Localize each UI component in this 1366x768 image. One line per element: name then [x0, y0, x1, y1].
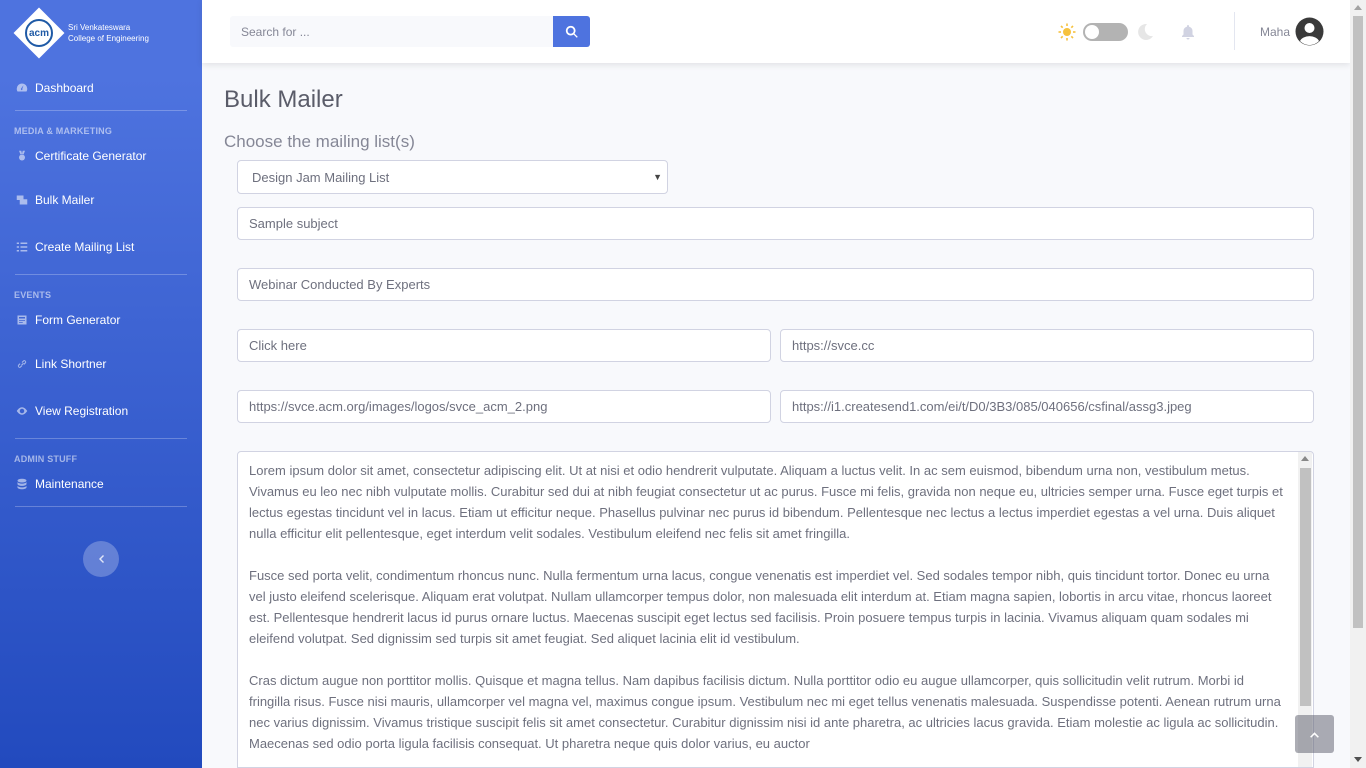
page-scroll-up-arrow[interactable] — [1354, 5, 1362, 10]
topbar: Maha — [202, 0, 1350, 63]
sidebar-item-label: Maintenance — [35, 477, 104, 491]
button-link-input[interactable] — [780, 329, 1314, 362]
mailing-list-label: Choose the mailing list(s) — [224, 132, 415, 151]
sidebar-item-label: Form Generator — [35, 313, 121, 327]
search-bar — [230, 16, 590, 47]
eye-icon — [15, 404, 29, 418]
dark-mode-toggle[interactable] — [1083, 23, 1128, 41]
brand-line-1: Sri Venkateswara — [68, 23, 131, 32]
list-icon — [15, 240, 29, 254]
sidebar-item-label: Certificate Generator — [35, 149, 147, 163]
sidebar-item-label: Create Mailing List — [35, 239, 135, 254]
sidebar-divider — [15, 438, 187, 439]
brand-text: Sri Venkateswara College of Engineering — [68, 22, 149, 44]
logo-text: acm — [25, 19, 53, 47]
image-url-input[interactable] — [780, 390, 1314, 423]
logo-url-input[interactable] — [237, 390, 771, 423]
sidebar-item-label: Bulk Mailer — [35, 192, 95, 207]
sidebar-divider — [15, 110, 187, 111]
award-icon — [15, 149, 29, 163]
database-icon — [15, 477, 29, 491]
brand-line-2: College of Engineering — [68, 34, 149, 43]
avatar[interactable] — [1295, 17, 1324, 46]
sidebar-item-maintenance[interactable]: Maintenance — [0, 464, 202, 504]
mail-bulk-icon — [15, 193, 29, 207]
search-input[interactable] — [230, 16, 553, 47]
sidebar-item-label: Dashboard — [35, 81, 94, 95]
bell-icon[interactable] — [1180, 24, 1196, 40]
sidebar-item-bulk-mailer[interactable]: Bulk Mailer — [0, 176, 202, 223]
mail-body-textarea[interactable]: Lorem ipsum dolor sit amet, consectetur … — [237, 451, 1314, 768]
sidebar-item-label: Link Shortner — [35, 356, 107, 371]
button-text-input[interactable] — [237, 329, 771, 362]
toggle-knob — [1085, 25, 1099, 39]
sidebar-item-label: View Registration — [35, 403, 129, 418]
sidebar-item-link-shortner[interactable]: Link Shortner — [0, 340, 202, 387]
form-icon — [15, 313, 29, 327]
page-title: Bulk Mailer — [224, 86, 343, 113]
sidebar-item-create-mailing-list[interactable]: Create Mailing List — [0, 223, 202, 270]
moon-icon — [1138, 23, 1153, 40]
sidebar-divider — [15, 274, 187, 275]
scroll-to-top-button[interactable] — [1295, 715, 1334, 753]
sidebar-item-dashboard[interactable]: Dashboard — [0, 66, 202, 110]
chevron-left-icon — [99, 555, 104, 563]
sidebar-item-certificate-generator[interactable]: Certificate Generator — [0, 136, 202, 176]
mailing-list-selected: Design Jam Mailing List — [252, 169, 390, 185]
search-button[interactable] — [553, 16, 590, 47]
acm-logo: acm — [13, 7, 65, 59]
page-scrollbar-thumb[interactable] — [1353, 16, 1363, 628]
sidebar-item-view-registration[interactable]: View Registration — [0, 387, 202, 434]
sidebar-heading-media: MEDIA & MARKETING — [14, 126, 113, 136]
sidebar-item-form-generator[interactable]: Form Generator — [0, 300, 202, 340]
page-scroll-down-arrow[interactable] — [1354, 757, 1362, 762]
chevron-up-icon — [1310, 731, 1319, 738]
link-icon — [15, 357, 29, 371]
sidebar-heading-events: EVENTS — [14, 290, 52, 300]
sidebar: acm Sri Venkateswara College of Engineer… — [0, 0, 202, 768]
sidebar-divider — [15, 506, 187, 507]
sun-icon — [1058, 23, 1076, 41]
search-icon — [565, 25, 578, 38]
scrollbar-thumb[interactable] — [1300, 468, 1311, 706]
topbar-divider — [1234, 12, 1235, 50]
user-name[interactable]: Maha — [1260, 25, 1290, 39]
page-scrollbar[interactable] — [1350, 0, 1366, 768]
sidebar-toggle-button[interactable] — [83, 541, 119, 577]
mailing-list-select[interactable]: Design Jam Mailing List ▼ — [237, 160, 668, 194]
mail-body-text: Lorem ipsum dolor sit amet, consectetur … — [249, 463, 1283, 751]
heading-input[interactable] — [237, 268, 1314, 301]
subject-input[interactable] — [237, 207, 1314, 240]
brand[interactable]: acm Sri Venkateswara College of Engineer… — [0, 0, 202, 66]
caret-down-icon: ▼ — [653, 172, 662, 182]
tachometer-icon — [15, 81, 29, 95]
scroll-up-arrow[interactable] — [1301, 456, 1309, 461]
sidebar-heading-admin: ADMIN STUFF — [14, 454, 78, 464]
